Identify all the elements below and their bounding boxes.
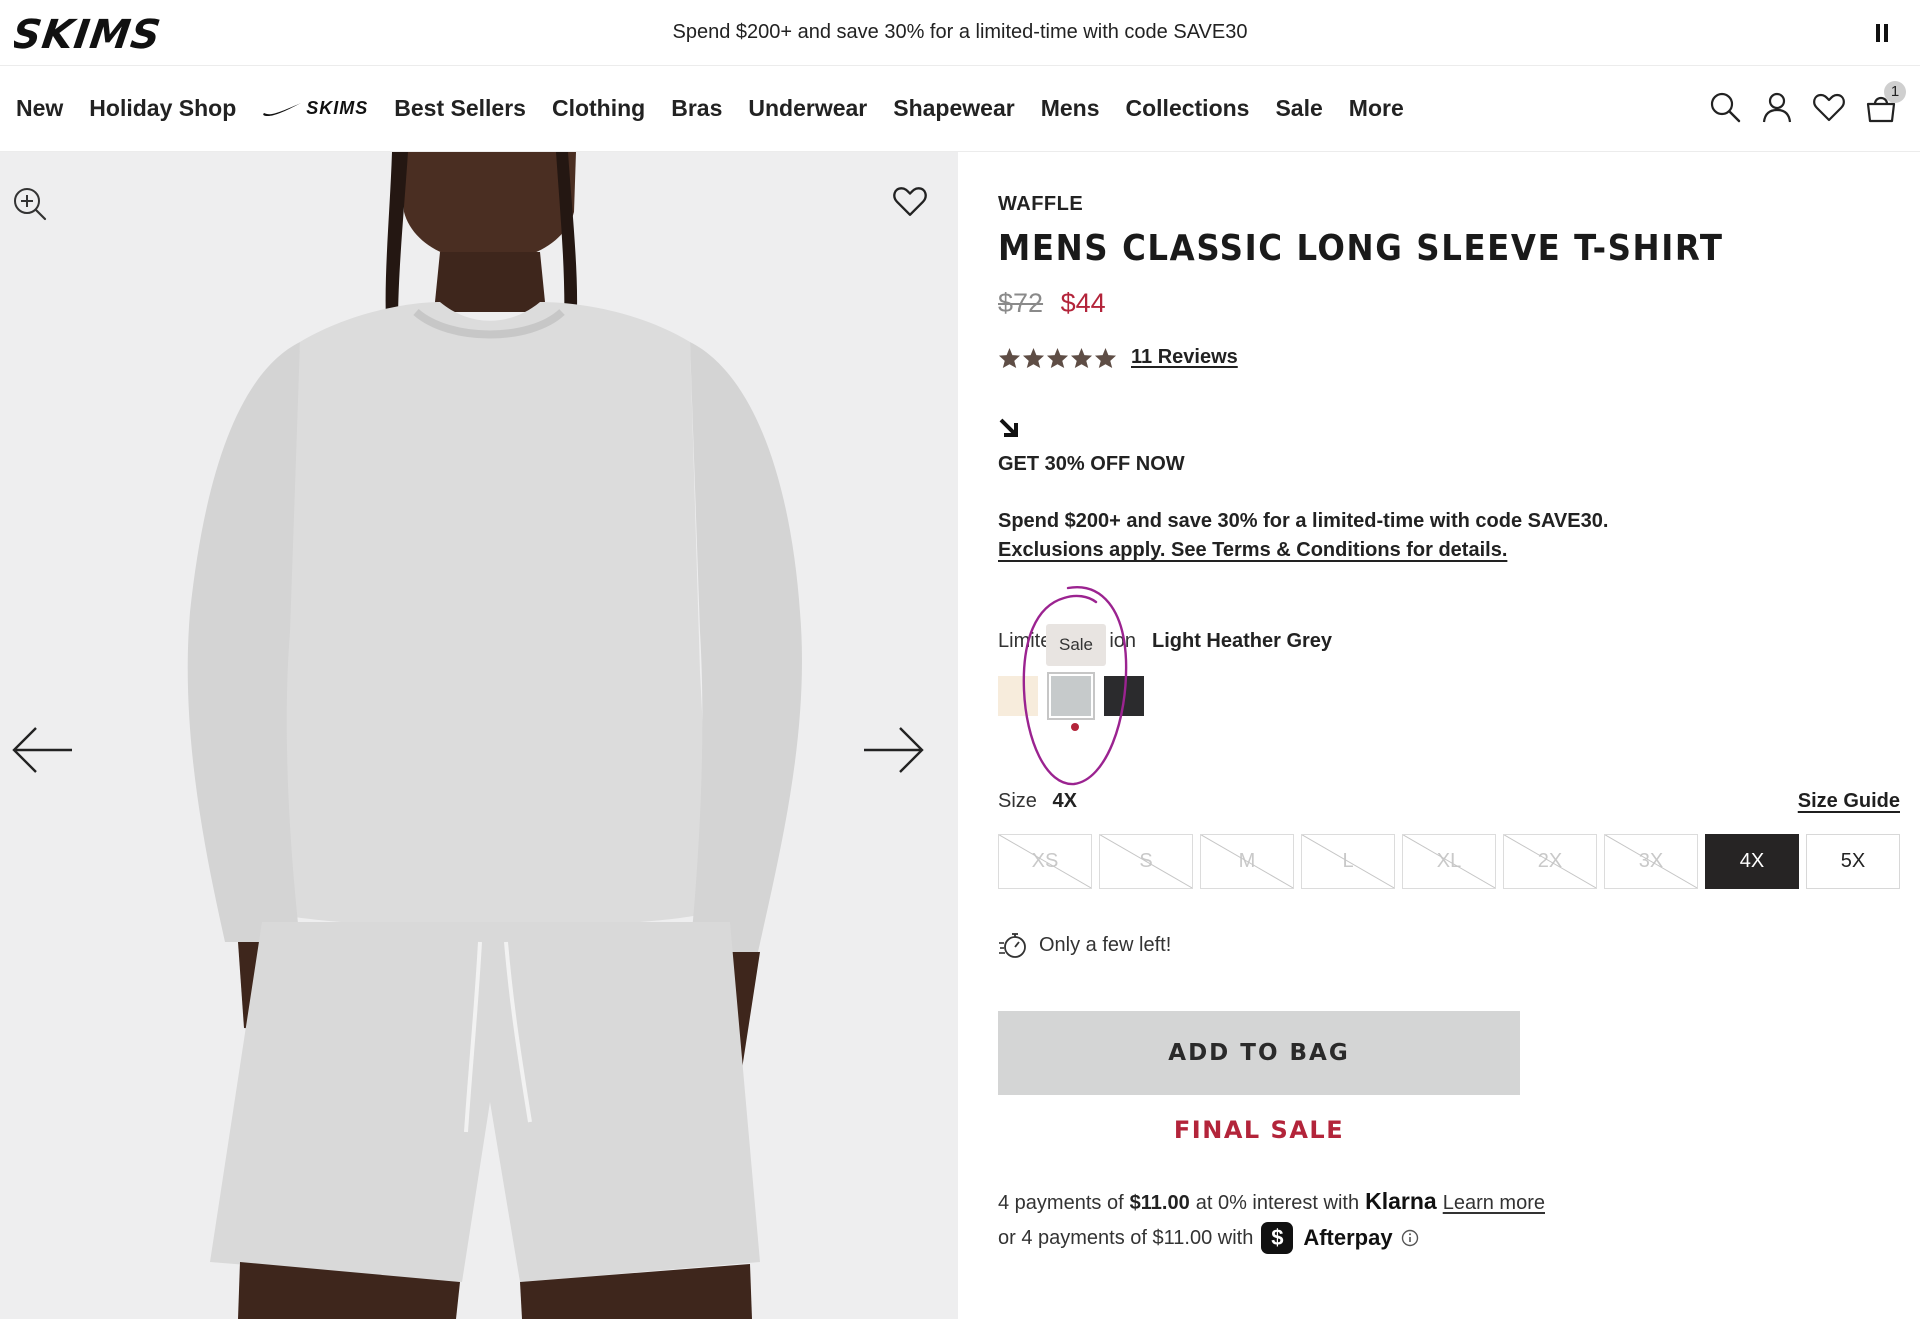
nav-item-collections[interactable]: Collections [1126,95,1250,122]
wishlist-icon[interactable] [1812,90,1846,124]
size-option-3x[interactable]: 3X [1604,834,1698,889]
selected-size: 4X [1052,790,1077,812]
promo-heading: GET 30% OFF NOW [998,453,1185,475]
price-original: $72 [998,288,1044,318]
size-guide-link[interactable]: Size Guide [1798,790,1900,813]
size-option-2x[interactable]: 2X [1503,834,1597,889]
account-icon[interactable] [1760,90,1794,124]
price-sale: $44 [1060,288,1106,318]
size-option-s[interactable]: S [1099,834,1193,889]
nav-collab-label: SKIMS [306,98,369,118]
star-icon [1022,347,1045,368]
announcement-bar: SKIMS Spend $200+ and save 30% for a lim… [0,0,1920,66]
nav-item-bras[interactable]: Bras [671,95,722,122]
product-title: MENS CLASSIC LONG SLEEVE T-SHIRT [998,228,1724,269]
zoom-in-icon[interactable] [12,186,48,222]
nav-item-clothing[interactable]: Clothing [552,95,645,122]
size-options: XS S M L XL 2X 3X 4X 5X [998,834,1907,889]
star-icon [1070,347,1093,368]
selected-color-name: Light Heather Grey [1152,630,1333,652]
size-option-l[interactable]: L [1301,834,1395,889]
klarna-prefix: 4 payments of [998,1192,1124,1214]
announcement-text: Spend $200+ and save 30% for a limited-t… [672,21,1248,43]
afterpay-name: Afterpay [1303,1225,1393,1250]
afterpay-row: or 4 payments of $11.00 with $ Afterpay [998,1222,1419,1254]
klarna-row: 4 payments of $11.00 at 0% interest with… [998,1188,1545,1215]
next-image-arrow-icon[interactable] [860,722,926,778]
pause-icon[interactable] [1875,24,1889,42]
nav-item-holiday-shop[interactable]: Holiday Shop [89,95,236,122]
rating-row: 11 Reviews [998,346,1238,369]
size-option-m[interactable]: M [1200,834,1294,889]
info-icon[interactable] [1401,1229,1419,1247]
add-to-bag-button[interactable]: ADD TO BAG [998,1011,1520,1095]
star-rating [998,347,1118,369]
klarna-middle: at 0% interest with [1195,1192,1360,1214]
star-icon [1094,347,1117,368]
size-label: Size [998,790,1037,812]
stopwatch-icon [999,933,1026,958]
afterpay-text: or 4 payments of $11.00 with [998,1226,1254,1249]
nav-item-underwear[interactable]: Underwear [748,95,867,122]
product-image[interactable] [0,152,958,1319]
prev-image-arrow-icon[interactable] [10,722,76,778]
favorite-icon[interactable] [892,183,928,219]
final-sale-label: FINAL SALE [1173,1116,1345,1144]
nav-item-sale[interactable]: Sale [1275,95,1322,122]
size-option-4x[interactable]: 4X [1705,834,1799,889]
afterpay-logo-icon: $ [1261,1222,1294,1254]
nike-swoosh-icon [263,102,302,116]
size-row: Size 4X Size Guide [998,790,1900,813]
hand-drawn-circle-annotation [1022,586,1128,786]
search-icon[interactable] [1708,90,1742,124]
nav-item-nike-skims[interactable]: SKIMS [262,98,368,119]
promo-text: Spend $200+ and save 30% for a limited-t… [998,510,1609,532]
nav-item-best-sellers[interactable]: Best Sellers [394,95,526,122]
promo-terms-link[interactable]: Exclusions apply. See Terms & Conditions… [998,539,1507,562]
product-category: WAFFLE [998,193,1084,215]
nav-item-mens[interactable]: Mens [1041,95,1100,122]
size-option-xs[interactable]: XS [998,834,1092,889]
stock-message: Only a few left! [1039,933,1172,956]
bag-count-badge: 1 [1884,81,1906,103]
star-icon [1046,347,1069,368]
stock-row: Only a few left! [998,930,1171,960]
nav-item-shapewear[interactable]: Shapewear [893,95,1014,122]
price-row: $72 $44 [998,288,1106,319]
size-option-xl[interactable]: XL [1402,834,1496,889]
bag-button[interactable]: 1 [1864,81,1906,124]
klarna-logo: Klarna [1365,1188,1437,1214]
nav-item-more[interactable]: More [1349,95,1404,122]
reviews-link[interactable]: 11 Reviews [1131,346,1238,369]
star-icon [998,347,1021,368]
main-nav: New Holiday Shop SKIMS Best Sellers Clot… [0,66,1920,152]
nav-item-new[interactable]: New [16,95,63,122]
product-gallery [0,152,958,1319]
klarna-learn-more-link[interactable]: Learn more [1443,1192,1545,1215]
size-option-5x[interactable]: 5X [1806,834,1900,889]
klarna-amount: $11.00 [1129,1192,1190,1214]
diagonal-arrow-icon [999,418,1018,437]
